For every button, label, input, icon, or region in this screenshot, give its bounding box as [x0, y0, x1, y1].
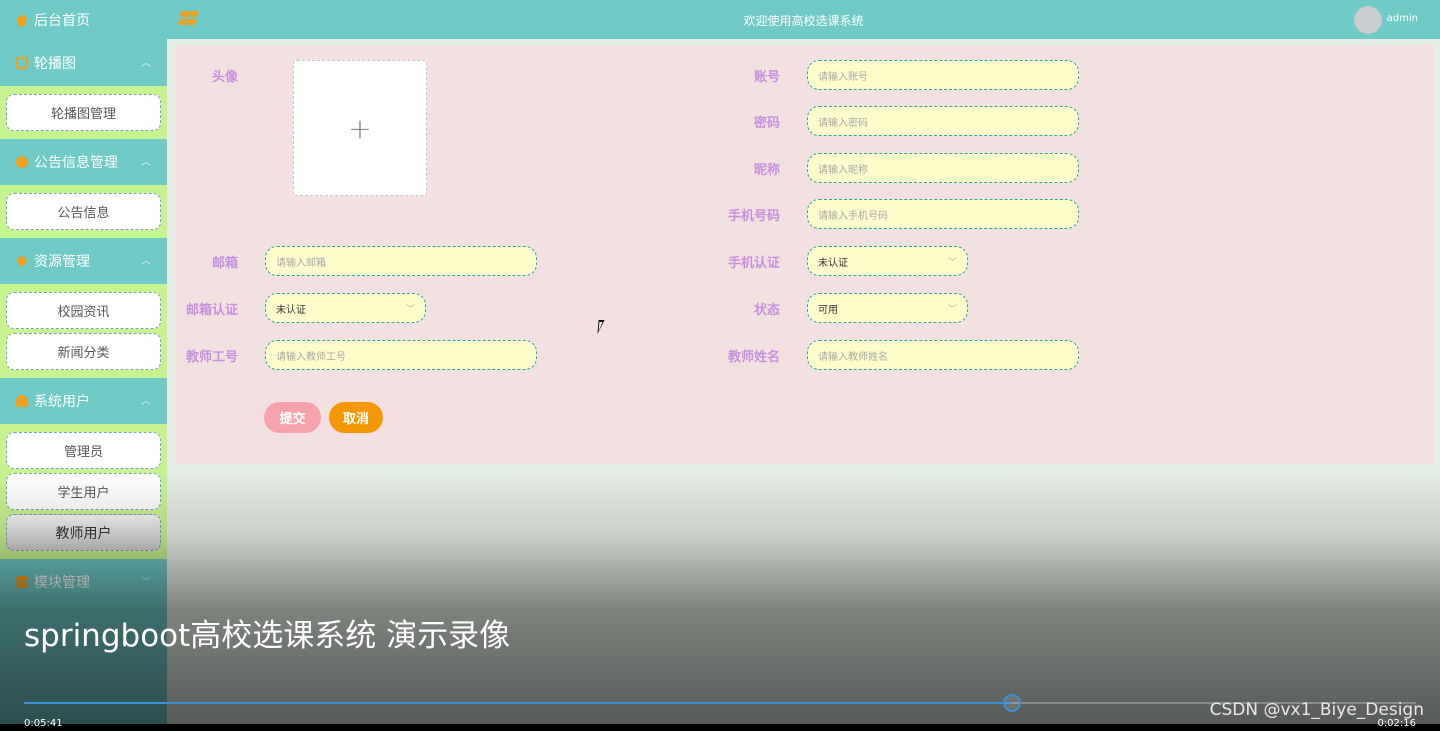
notice-icon — [16, 156, 28, 168]
password-label: 密码 — [753, 115, 780, 131]
image-icon — [16, 57, 28, 69]
phone-verify-label: 手机认证 — [727, 255, 780, 271]
chevron-up-icon: ︿ — [141, 58, 151, 69]
teacher-id-input[interactable]: 请输入教师工号 — [265, 340, 537, 370]
video-progress-track[interactable] — [24, 702, 1416, 704]
status-select[interactable]: 可用 ﹀ — [807, 293, 968, 323]
teacher-id-label: 教师工号 — [185, 349, 238, 365]
email-label: 邮箱 — [211, 255, 238, 271]
menu-resource-label: 资源管理 — [34, 254, 90, 270]
submit-button[interactable]: 提交 — [264, 402, 321, 433]
menu-notice-label: 公告信息管理 — [34, 155, 118, 171]
video-progress-fill — [24, 702, 1013, 704]
time-elapsed: 0:05:41 — [24, 718, 63, 729]
menu-carousel-label: 轮播图 — [34, 56, 76, 72]
email-verify-value: 未认证 — [276, 304, 306, 316]
avatar-row: 头像 — [175, 60, 265, 90]
chevron-down-icon: ﹀ — [947, 304, 957, 315]
menu-modules[interactable]: 模块管理 ﹀ — [0, 559, 167, 605]
phone-verify-select[interactable]: 未认证 ﹀ — [807, 246, 968, 276]
top-bar: 欢迎使用高校选课系统 admin — [167, 0, 1440, 39]
status-label: 状态 — [753, 302, 780, 318]
sidebar-item-notice[interactable]: 公告信息 — [6, 193, 161, 230]
chevron-up-icon: ︿ — [141, 396, 151, 407]
account-label: 账号 — [753, 69, 780, 85]
email-verify-select[interactable]: 未认证 ﹀ — [265, 293, 426, 323]
submenu-users: 管理员 学生用户 教师用户 — [0, 424, 167, 559]
plus-icon: + — [348, 111, 372, 145]
phone-verify-value: 未认证 — [818, 257, 848, 269]
home-icon — [16, 14, 28, 26]
status-row: 状态 可用 ﹀ — [717, 293, 968, 323]
page-title: 欢迎使用高校选课系统 — [743, 14, 864, 28]
submenu-resource: 校园资讯 新闻分类 — [0, 284, 167, 378]
teacher-form-panel: 头像 + 账号 请输入账号 密码 请输入密码 昵称 请输入昵称 手机号码 请输入… — [175, 45, 1434, 464]
video-caption: springboot高校选课系统 演示录像 — [24, 618, 511, 654]
menu-notice[interactable]: 公告信息管理 ︿ — [0, 139, 167, 185]
chevron-up-icon: ︿ — [141, 256, 151, 267]
avatar[interactable] — [1354, 6, 1382, 34]
sidebar-item-campus-news[interactable]: 校园资讯 — [6, 292, 161, 329]
resource-icon — [16, 255, 28, 267]
phone-verify-row: 手机认证 未认证 ﹀ — [717, 246, 968, 276]
nickname-row: 昵称 请输入昵称 — [717, 153, 1079, 183]
submenu-carousel: 轮播图管理 — [0, 86, 167, 139]
account-input[interactable]: 请输入账号 — [807, 60, 1079, 90]
password-row: 密码 请输入密码 — [717, 106, 1079, 136]
phone-input[interactable]: 请输入手机号码 — [807, 199, 1079, 229]
sidebar-item-teacher-user[interactable]: 教师用户 — [6, 514, 161, 551]
sidebar-home[interactable]: 后台首页 — [0, 0, 167, 40]
submenu-notice: 公告信息 — [0, 185, 167, 238]
menu-users-label: 系统用户 — [34, 394, 90, 410]
teacher-name-label: 教师姓名 — [727, 349, 780, 365]
chevron-up-icon: ︿ — [141, 157, 151, 168]
menu-carousel[interactable]: 轮播图 ︿ — [0, 40, 167, 86]
menu-users[interactable]: 系统用户 ︿ — [0, 378, 167, 424]
phone-label: 手机号码 — [727, 208, 780, 224]
username[interactable]: admin — [1387, 13, 1418, 24]
nickname-label: 昵称 — [753, 162, 780, 178]
email-verify-label: 邮箱认证 — [185, 302, 238, 318]
sidebar-item-admin[interactable]: 管理员 — [6, 432, 161, 469]
account-row: 账号 请输入账号 — [717, 60, 1079, 90]
email-verify-row: 邮箱认证 未认证 ﹀ — [175, 293, 426, 323]
email-row: 邮箱 请输入邮箱 — [175, 246, 537, 276]
avatar-label: 头像 — [211, 69, 238, 85]
chevron-down-icon: ﹀ — [947, 257, 957, 268]
menu-resource[interactable]: 资源管理 ︿ — [0, 238, 167, 284]
email-input[interactable]: 请输入邮箱 — [265, 246, 537, 276]
nickname-input[interactable]: 请输入昵称 — [807, 153, 1079, 183]
sidebar-item-carousel-manage[interactable]: 轮播图管理 — [6, 94, 161, 131]
phone-row: 手机号码 请输入手机号码 — [717, 199, 1079, 229]
user-icon — [16, 395, 28, 407]
avatar-uploader[interactable]: + — [293, 60, 427, 196]
sidebar-item-student-user[interactable]: 学生用户 — [6, 473, 161, 510]
teacher-id-row: 教师工号 请输入教师工号 — [175, 340, 537, 370]
mouse-cursor-icon — [597, 320, 605, 334]
teacher-name-input[interactable]: 请输入教师姓名 — [807, 340, 1079, 370]
status-value: 可用 — [818, 304, 838, 316]
watermark: CSDN @vx1_Biye_Design — [1209, 700, 1424, 720]
module-icon — [16, 576, 28, 588]
teacher-name-row: 教师姓名 请输入教师姓名 — [717, 340, 1079, 370]
password-input[interactable]: 请输入密码 — [807, 106, 1079, 136]
chevron-down-icon: ﹀ — [141, 577, 151, 588]
cancel-button[interactable]: 取消 — [329, 402, 383, 433]
sidebar-home-label: 后台首页 — [34, 13, 90, 29]
menu-modules-label: 模块管理 — [34, 575, 90, 591]
sidebar-item-news-category[interactable]: 新闻分类 — [6, 333, 161, 370]
chevron-down-icon: ﹀ — [405, 304, 415, 315]
